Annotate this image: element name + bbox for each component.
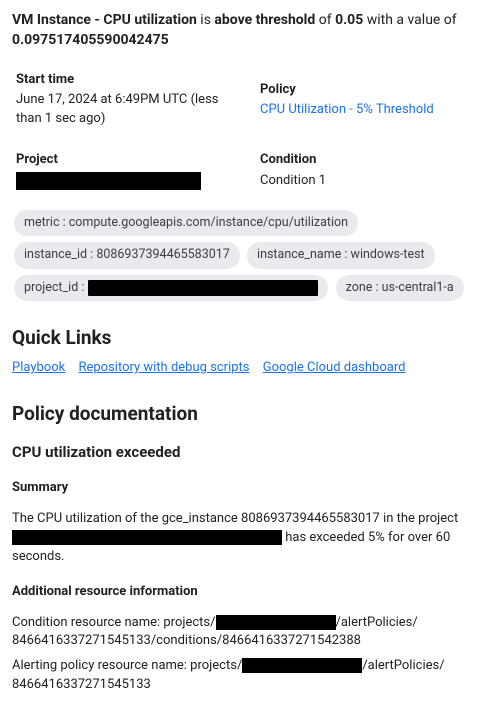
chip-zone: zone : us-central1-a — [336, 275, 464, 301]
project-block: Project — [16, 151, 244, 191]
project-label: Project — [16, 151, 244, 170]
chip-instance-id: instance_id : 8086937394465583017 — [14, 242, 240, 268]
headline-threshold: 0.05 — [335, 12, 363, 28]
cond-project-redacted — [216, 615, 336, 630]
policy-resource-line: Alerting policy resource name: projects/… — [12, 657, 488, 695]
dashboard-link[interactable]: Google Cloud dashboard — [263, 360, 406, 375]
policy-link[interactable]: CPU Utilization - 5% Threshold — [260, 102, 434, 117]
doc-subheading: CPU utilization exceeded — [12, 442, 488, 464]
summary-text: The CPU utilization of the gce_instance … — [12, 510, 488, 567]
alert-headline: VM Instance - CPU utilization is above t… — [12, 10, 488, 51]
playbook-link[interactable]: Playbook — [12, 360, 65, 375]
chip-metric: metric : compute.googleapis.com/instance… — [14, 210, 358, 236]
policy-block: Policy CPU Utilization - 5% Threshold — [260, 71, 488, 130]
repo-link[interactable]: Repository with debug scripts — [78, 360, 249, 375]
project-redacted — [16, 172, 201, 190]
headline-value: 0.097517405590042475 — [12, 32, 169, 48]
headline-state: above threshold — [214, 12, 315, 28]
chip-project-id: project_id : — [14, 275, 328, 301]
condition-label: Condition — [260, 151, 488, 170]
pol-project-redacted — [242, 658, 362, 673]
start-time-label: Start time — [16, 71, 244, 90]
chip-instance-name: instance_name : windows-test — [247, 242, 435, 268]
start-time-block: Start time June 17, 2024 at 6:49PM UTC (… — [16, 71, 244, 130]
condition-resource-line: Condition resource name: projects//alert… — [12, 614, 488, 652]
start-time-value: June 17, 2024 at 6:49PM UTC (less than 1… — [16, 91, 244, 129]
policy-doc-heading: Policy documentation — [12, 400, 488, 428]
quick-links: Playbook Repository with debug scripts G… — [12, 359, 488, 378]
condition-block: Condition Condition 1 — [260, 151, 488, 191]
label-chips: metric : compute.googleapis.com/instance… — [12, 205, 488, 305]
quick-links-heading: Quick Links — [12, 324, 488, 352]
additional-info-heading: Additional resource information — [12, 583, 488, 602]
policy-label: Policy — [260, 81, 488, 100]
summary-project-redacted — [12, 530, 282, 545]
headline-resource: VM Instance - CPU utilization — [12, 12, 197, 28]
chip-project-id-redacted — [88, 280, 318, 296]
condition-value: Condition 1 — [260, 172, 488, 191]
summary-heading: Summary — [12, 479, 488, 498]
metadata-grid: Start time June 17, 2024 at 6:49PM UTC (… — [12, 69, 488, 206]
chip-project-id-prefix: project_id : — [24, 279, 84, 297]
